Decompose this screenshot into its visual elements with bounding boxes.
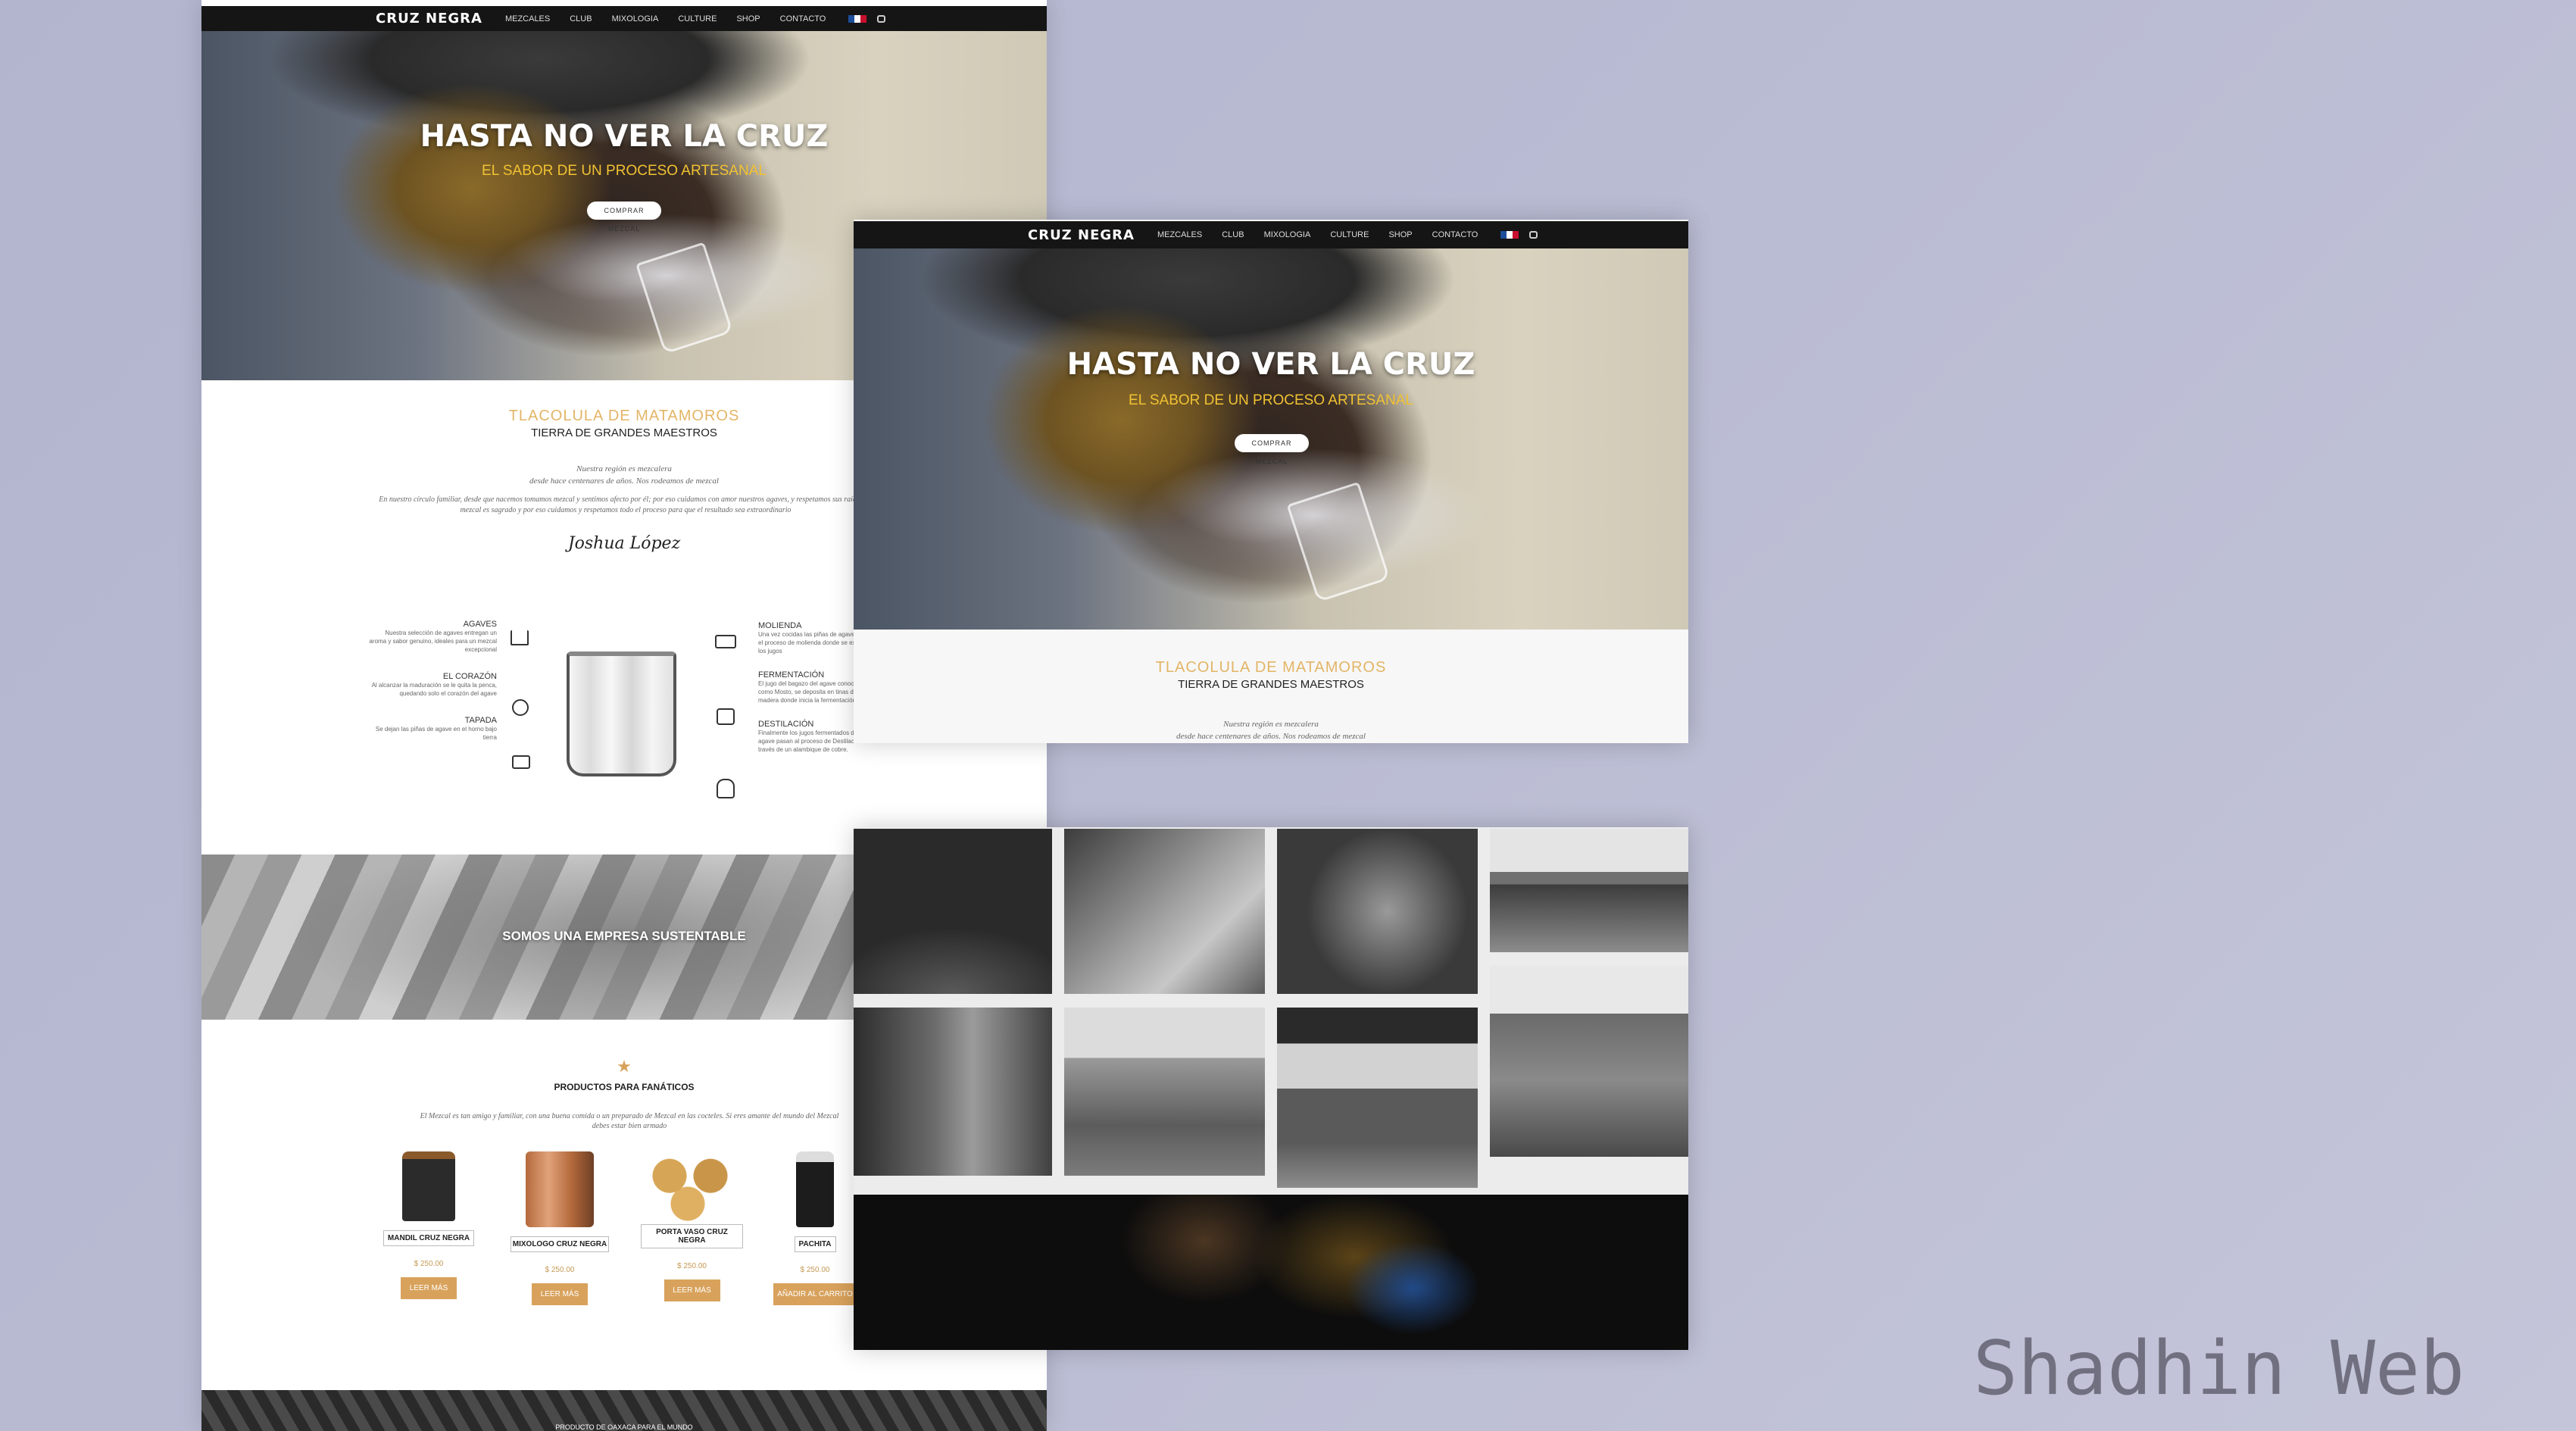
agave-icon — [511, 630, 529, 645]
brand-logo[interactable]: CRUZ NEGRA — [1028, 227, 1135, 243]
product-card[interactable]: PORTA VASO CRUZ NEGRA $ 250.00 LEER MÁS — [641, 1151, 743, 1301]
nav-menu: MEZCALES CLUB MIXOLOGIA CULTURE SHOP CON… — [1157, 230, 1478, 239]
product-card[interactable]: MANDIL CRUZ NEGRA $ 250.00 LEER MÁS — [383, 1151, 474, 1299]
nav-mixologia[interactable]: MIXOLOGIA — [612, 14, 659, 23]
process-step-text: Se dejan las piñas de agave en el horno … — [375, 726, 497, 741]
read-more-button[interactable]: LEER MÁS — [664, 1279, 720, 1301]
process-left-column: AGAVES Nuestra selección de agaves entre… — [368, 620, 497, 742]
nav-contacto[interactable]: CONTACTO — [1432, 230, 1478, 239]
process-step-title: TAPADA — [464, 716, 497, 725]
nav-club[interactable]: CLUB — [570, 14, 592, 23]
intro-title: TLACOLULA DE MATAMOROS — [1155, 659, 1387, 676]
read-more-button[interactable]: LEER MÁS — [401, 1277, 457, 1299]
gallery-photo[interactable] — [854, 1008, 1052, 1176]
nav-shop[interactable]: SHOP — [1388, 230, 1412, 239]
process-step: AGAVES Nuestra selección de agaves entre… — [368, 620, 497, 654]
flask-bottle-icon — [796, 1151, 834, 1227]
cart-icon[interactable] — [877, 14, 886, 23]
process-step: TAPADA Se dejan las piñas de agave en el… — [368, 716, 497, 742]
nav-mezcales[interactable]: MEZCALES — [1157, 230, 1202, 239]
footer-strip: PRODUCTO DE OAXACA PARA EL MUNDO — [201, 1390, 1047, 1431]
footer-strip-text: PRODUCTO DE OAXACA PARA EL MUNDO — [555, 1423, 693, 1431]
mill-icon — [715, 635, 736, 648]
nav-club[interactable]: CLUB — [1222, 230, 1244, 239]
hero-subtitle: EL SABOR DE UN PROCESO ARTESANAL — [482, 163, 767, 179]
gallery-photo[interactable] — [1490, 829, 1688, 952]
process-step-text: Al alcanzar la maduración se le quita la… — [371, 682, 497, 697]
nav-mixologia[interactable]: MIXOLOGIA — [1264, 230, 1311, 239]
product-price: $ 250.00 — [677, 1262, 707, 1270]
intro-subtitle: TIERRA DE GRANDES MAESTROS — [1178, 678, 1364, 691]
hero-subtitle: EL SABOR DE UN PROCESO ARTESANAL — [1129, 392, 1413, 408]
product-name: MIXOLOGO CRUZ NEGRA — [511, 1236, 609, 1252]
bar-tools-icon — [526, 1151, 594, 1227]
nav-menu: MEZCALES CLUB MIXOLOGIA CULTURE SHOP CON… — [505, 14, 826, 23]
process-step-title: EL CORAZÓN — [442, 672, 497, 681]
nav-culture[interactable]: CULTURE — [678, 14, 717, 23]
barrel-icon — [717, 708, 735, 725]
mezcal-glass-icon — [635, 242, 733, 355]
product-price: $ 250.00 — [545, 1266, 575, 1274]
gallery-photo[interactable] — [1064, 829, 1265, 994]
gallery-photo[interactable] — [1277, 829, 1478, 994]
product-card[interactable]: MIXOLOGO CRUZ NEGRA $ 250.00 LEER MÁS — [511, 1151, 609, 1305]
still-icon — [717, 779, 735, 798]
gallery-photo[interactable] — [1277, 1008, 1478, 1188]
watermark-text: Shadhin Web — [1973, 1326, 2465, 1412]
gallery-photo[interactable] — [1490, 966, 1688, 1157]
oven-icon — [512, 755, 530, 769]
apron-icon — [402, 1151, 455, 1221]
nav-shop[interactable]: SHOP — [736, 14, 760, 23]
product-name: PORTA VASO CRUZ NEGRA — [641, 1224, 743, 1248]
intro-paragraph: En nuestro círculo familiar, desde que n… — [379, 495, 873, 514]
add-to-cart-button[interactable]: AÑADIR AL CARRITO — [773, 1283, 857, 1305]
brand-logo[interactable]: CRUZ NEGRA — [376, 11, 482, 27]
coaster-icon — [646, 1151, 738, 1221]
hero-banner: HASTA NO VER LA CRUZ EL SABOR DE UN PROC… — [854, 248, 1688, 630]
nav-culture[interactable]: CULTURE — [1330, 230, 1369, 239]
process-step: EL CORAZÓN Al alcanzar la maduración se … — [368, 672, 497, 698]
night-bar-photo — [854, 1195, 1688, 1350]
gallery-photo[interactable] — [1064, 1008, 1265, 1176]
hero-mockup: CRUZ NEGRA MEZCALES CLUB MIXOLOGIA CULTU… — [854, 220, 1688, 743]
language-flag-icon[interactable] — [848, 14, 867, 23]
mezcal-glass-icon — [1286, 481, 1391, 603]
language-flag-icon[interactable] — [1500, 231, 1519, 239]
top-nav: CRUZ NEGRA MEZCALES CLUB MIXOLOGIA CULTU… — [201, 6, 1047, 31]
hero-title: HASTA NO VER LA CRUZ — [420, 119, 829, 154]
buy-mezcal-button[interactable]: COMPRAR MEZCAL — [587, 202, 661, 233]
read-more-button[interactable]: LEER MÁS — [532, 1283, 588, 1305]
top-nav: CRUZ NEGRA MEZCALES CLUB MIXOLOGIA CULTU… — [854, 221, 1688, 248]
gallery-mockup — [854, 827, 1688, 1350]
nav-mezcales[interactable]: MEZCALES — [505, 14, 550, 23]
product-card[interactable]: PACHITA $ 250.00 AÑADIR AL CARRITO — [773, 1151, 857, 1305]
cart-icon[interactable] — [1529, 231, 1538, 239]
heart-core-icon — [512, 699, 529, 716]
products-description: El Mezcal es tan amigo y familiar, con u… — [420, 1112, 839, 1130]
intro-lead-2: desde hace centenares de años. Nos rodea… — [1176, 732, 1366, 741]
product-price: $ 250.00 — [414, 1260, 444, 1268]
intro-lead-1: Nuestra región es mezcalera — [1223, 720, 1319, 729]
product-price: $ 250.00 — [800, 1266, 830, 1274]
buy-mezcal-button[interactable]: COMPRAR MEZCAL — [1235, 434, 1309, 465]
mezcal-glass-image — [567, 651, 676, 776]
process-step-text: Nuestra selección de agaves entregan un … — [369, 630, 497, 653]
product-name: PACHITA — [794, 1236, 836, 1252]
process-step-title: AGAVES — [463, 620, 497, 629]
nav-contacto[interactable]: CONTACTO — [780, 14, 826, 23]
product-name: MANDIL CRUZ NEGRA — [383, 1230, 474, 1246]
gallery-photo[interactable] — [854, 829, 1052, 994]
hero-title: HASTA NO VER LA CRUZ — [1066, 347, 1475, 382]
